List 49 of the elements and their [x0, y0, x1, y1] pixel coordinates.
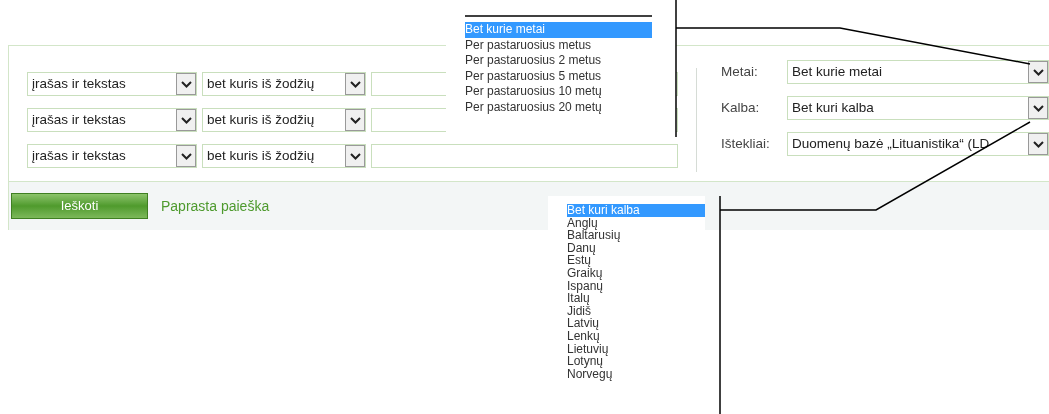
dropdown-option[interactable]: Per pastaruosius 20 metų	[465, 99, 652, 115]
dropdown-option[interactable]: Jidiš	[567, 304, 705, 318]
search-input-field[interactable]	[371, 144, 678, 168]
dropdown-option[interactable]: Baltarusių	[567, 229, 705, 242]
dropdown-arrow-button[interactable]	[176, 145, 196, 167]
dropdown-option[interactable]: Per pastaruosius 10 metų	[465, 84, 652, 100]
dropdown-option[interactable]: Graikų	[567, 266, 705, 280]
dropdown-option[interactable]: Lotynų	[567, 355, 705, 368]
dropdown[interactable]: bet kuris iš žodžių	[202, 144, 366, 168]
dropdown[interactable]: įrašas ir tekstas	[27, 144, 197, 168]
dropdown-arrow-button[interactable]	[345, 73, 365, 95]
dropdown-option[interactable]: Per pastaruosius metus	[465, 37, 652, 53]
dropdown[interactable]: Bet kurie metai	[787, 60, 1049, 84]
chevron-icon	[349, 152, 361, 160]
filter-label: Metai:	[721, 62, 759, 81]
dropdown-arrow-button[interactable]	[1028, 61, 1048, 83]
chevron-icon	[349, 80, 361, 88]
chevron-icon	[1032, 140, 1044, 148]
chevron-icon	[180, 80, 192, 88]
dropdown-option[interactable]: Anglų	[567, 216, 705, 230]
dropdown-arrow-button[interactable]	[1028, 133, 1048, 155]
dropdown-option[interactable]: Per pastaruosius 5 metus	[465, 68, 652, 84]
dropdown[interactable]: įrašas ir tekstas	[27, 108, 197, 132]
dropdown-arrow-button[interactable]	[1028, 97, 1048, 119]
filter-label: Kalba:	[721, 98, 761, 117]
dropdown-arrow-button[interactable]	[176, 73, 196, 95]
chevron-icon	[180, 116, 192, 124]
dropdown[interactable]: Duomenų bazė „Lituanistika“ (LD	[787, 132, 1049, 156]
dropdown-option[interactable]: Norvegų	[567, 367, 705, 381]
dropdown[interactable]: bet kuris iš žodžių	[202, 72, 366, 96]
dropdown[interactable]: Bet kuri kalba	[787, 96, 1049, 120]
filter-label: Ištekliai:	[721, 134, 771, 153]
dropdown-option[interactable]: Ispanų	[567, 279, 705, 293]
dropdown-arrow-button[interactable]	[345, 145, 365, 167]
dropdown-arrow-button[interactable]	[176, 109, 196, 131]
dropdown[interactable]: bet kuris iš žodžių	[202, 108, 366, 132]
dropdown-option[interactable]: Lenkų	[567, 329, 705, 343]
chevron-icon	[349, 116, 361, 124]
chevron-icon	[1032, 104, 1044, 112]
dropdown-option[interactable]: Per pastaruosius 2 metus	[465, 53, 652, 69]
dropdown-option[interactable]: Estų	[567, 254, 705, 267]
dropdown-option[interactable]: Latvių	[567, 317, 705, 330]
dropdown-option[interactable]: Italų	[567, 292, 705, 305]
dropdown[interactable]: įrašas ir tekstas	[27, 72, 197, 96]
dropdown-arrow-button[interactable]	[345, 109, 365, 131]
chevron-icon	[180, 152, 192, 160]
dropdown-option[interactable]: Danų	[567, 241, 705, 255]
chevron-icon	[1032, 68, 1044, 76]
dropdown-option[interactable]: Lietuvių	[567, 342, 705, 356]
